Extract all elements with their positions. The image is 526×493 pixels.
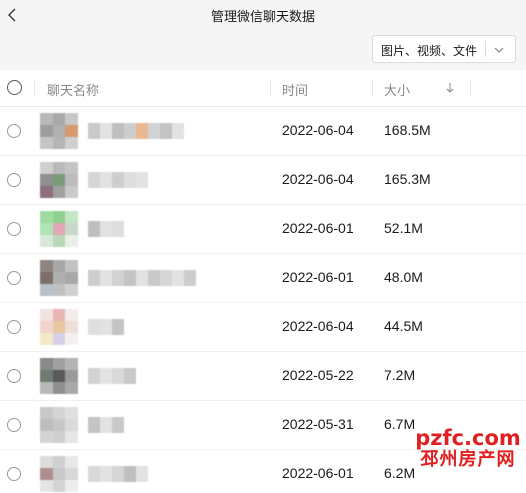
chat-name-blurred xyxy=(88,417,124,433)
row-select-radio[interactable] xyxy=(7,222,21,236)
row-select-radio[interactable] xyxy=(7,369,21,383)
row-size: 6.7M xyxy=(384,416,416,432)
column-separator xyxy=(470,81,471,95)
chat-name-blurred xyxy=(88,368,136,384)
toolbar: 图片、视频、文件 xyxy=(0,30,526,70)
column-separator xyxy=(372,81,373,95)
table-body: 2022-06-04 168.5M 2022-06-04 165.3M 2022-06-… xyxy=(0,107,526,493)
table-header: 聊天名称 时间 大小 xyxy=(0,70,526,107)
row-select-radio[interactable] xyxy=(7,320,21,334)
column-header-chat-name[interactable]: 聊天名称 xyxy=(47,80,99,99)
dropdown-divider xyxy=(485,41,486,57)
avatar xyxy=(40,113,78,149)
row-date: 2022-06-04 xyxy=(282,171,354,187)
avatar xyxy=(40,456,78,492)
row-select-radio[interactable] xyxy=(7,124,21,138)
row-date: 2022-06-01 xyxy=(282,220,354,236)
column-header-time[interactable]: 时间 xyxy=(282,80,308,99)
avatar xyxy=(40,162,78,198)
row-select-radio[interactable] xyxy=(7,467,21,481)
file-type-dropdown-value: 图片、视频、文件 xyxy=(381,44,478,58)
row-select-radio[interactable] xyxy=(7,418,21,432)
table-row[interactable]: 2022-05-22 7.2M xyxy=(0,352,526,401)
manage-chat-data-window: 管理微信聊天数据 图片、视频、文件 聊天名称 时间 大小 2022-06-04 1 xyxy=(0,0,526,493)
table-row[interactable]: 2022-05-31 6.7M xyxy=(0,401,526,450)
table-row[interactable]: 2022-06-04 44.5M xyxy=(0,303,526,352)
avatar xyxy=(40,260,78,296)
chat-name-blurred xyxy=(88,221,124,237)
window-title: 管理微信聊天数据 xyxy=(210,10,315,25)
row-size: 7.2M xyxy=(384,367,416,383)
avatar xyxy=(40,309,78,345)
row-size: 165.3M xyxy=(384,171,431,187)
table-row[interactable]: 2022-06-04 165.3M xyxy=(0,156,526,205)
table-row[interactable]: 2022-06-01 52.1M xyxy=(0,205,526,254)
row-date: 2022-05-22 xyxy=(282,367,354,383)
table-row[interactable]: 2022-06-01 6.2M xyxy=(0,450,526,493)
column-separator xyxy=(270,81,271,95)
row-size: 6.2M xyxy=(384,465,416,481)
chat-name-blurred xyxy=(88,270,196,286)
chevron-down-icon[interactable] xyxy=(492,43,506,57)
row-date: 2022-06-01 xyxy=(282,465,354,481)
chat-name-blurred xyxy=(88,172,148,188)
chat-data-table: 聊天名称 时间 大小 2022-06-04 168.5M 2022-06-04 165… xyxy=(0,70,526,493)
row-size: 48.0M xyxy=(384,269,423,285)
row-size: 168.5M xyxy=(384,122,431,138)
title-bar: 管理微信聊天数据 xyxy=(0,0,526,30)
chat-name-blurred xyxy=(88,123,184,139)
row-date: 2022-06-01 xyxy=(282,269,354,285)
column-separator xyxy=(34,81,35,95)
chat-name-blurred xyxy=(88,319,124,335)
row-select-radio[interactable] xyxy=(7,173,21,187)
row-size: 52.1M xyxy=(384,220,423,236)
avatar xyxy=(40,211,78,247)
sort-down-arrow-icon[interactable] xyxy=(444,82,456,94)
row-date: 2022-05-31 xyxy=(282,416,354,432)
avatar xyxy=(40,358,78,394)
row-date: 2022-06-04 xyxy=(282,318,354,334)
table-row[interactable]: 2022-06-04 168.5M xyxy=(0,107,526,156)
file-type-dropdown[interactable]: 图片、视频、文件 xyxy=(372,35,516,63)
avatar xyxy=(40,407,78,443)
row-date: 2022-06-04 xyxy=(282,122,354,138)
chat-name-blurred xyxy=(88,466,148,482)
row-select-radio[interactable] xyxy=(7,271,21,285)
table-row[interactable]: 2022-06-01 48.0M xyxy=(0,254,526,303)
select-all-radio[interactable] xyxy=(7,80,22,95)
row-size: 44.5M xyxy=(384,318,423,334)
column-header-size[interactable]: 大小 xyxy=(384,80,410,99)
